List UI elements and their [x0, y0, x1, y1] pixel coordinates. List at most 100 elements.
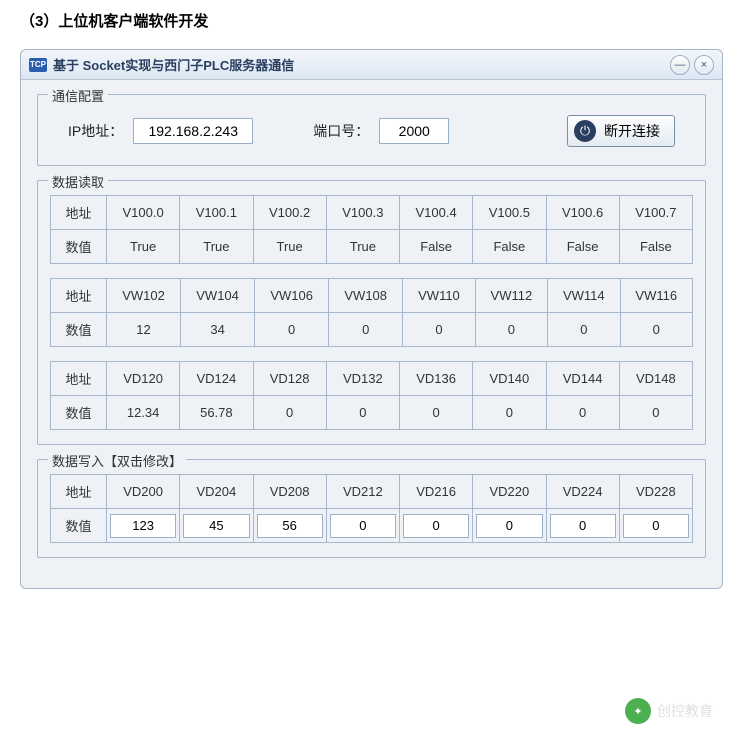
write-group: 数据写入【双击修改】 地址 VD200VD204VD208VD212VD216V…	[37, 459, 706, 558]
window-title: 基于 Socket实现与西门子PLC服务器通信	[53, 55, 666, 74]
val-cell: 0	[403, 313, 475, 347]
addr-cell: VD132	[326, 362, 399, 396]
brand-text: 创控教育	[657, 701, 713, 721]
addr-cell: V100.7	[619, 196, 692, 230]
read-table-1: 地址 V100.0V100.1V100.2V100.3V100.4V100.5V…	[50, 195, 693, 264]
addr-cell: V100.4	[400, 196, 473, 230]
addr-cell: VW116	[620, 279, 692, 313]
titlebar: TCP 基于 Socket实现与西门子PLC服务器通信 — ×	[21, 50, 722, 80]
addr-cell: VW104	[181, 279, 255, 313]
port-input[interactable]	[379, 118, 449, 144]
port-label: 端口号：	[313, 121, 369, 141]
val-cell: 0	[400, 396, 473, 430]
section-heading: （3）上位机客户端软件开发	[0, 0, 743, 41]
addr-cell: VD148	[619, 362, 692, 396]
val-cell: 0	[475, 313, 547, 347]
addr-cell: VD228	[619, 475, 692, 509]
addr-cell: VW114	[548, 279, 620, 313]
val-cell: False	[400, 230, 473, 264]
write-input[interactable]	[257, 514, 323, 538]
val-header: 数值	[51, 313, 107, 347]
val-header: 数值	[51, 230, 107, 264]
addr-cell: VD216	[400, 475, 473, 509]
watermark: ✦ 创控教育	[625, 698, 713, 724]
addr-cell: VW106	[255, 279, 329, 313]
minimize-button[interactable]: —	[670, 55, 690, 75]
disconnect-label: 断开连接	[604, 121, 660, 141]
addr-cell: VD120	[107, 362, 180, 396]
write-input[interactable]	[550, 514, 616, 538]
config-legend: 通信配置	[48, 86, 108, 105]
write-input[interactable]	[623, 514, 689, 538]
app-window: TCP 基于 Socket实现与西门子PLC服务器通信 — × 通信配置 IP地…	[20, 49, 723, 589]
val-cell: False	[473, 230, 546, 264]
val-header: 数值	[51, 396, 107, 430]
val-cell: 0	[473, 396, 546, 430]
addr-cell: VD144	[546, 362, 619, 396]
addr-cell: VW108	[329, 279, 403, 313]
app-icon: TCP	[29, 58, 47, 72]
addr-cell: VD220	[473, 475, 546, 509]
write-input[interactable]	[403, 514, 469, 538]
addr-cell: VD212	[326, 475, 399, 509]
ip-label: IP地址：	[68, 121, 123, 141]
val-cell: True	[180, 230, 253, 264]
write-input[interactable]	[110, 514, 176, 538]
val-cell: 0	[619, 396, 692, 430]
addr-cell: VW110	[403, 279, 475, 313]
val-cell: False	[546, 230, 619, 264]
addr-cell: VD140	[473, 362, 546, 396]
val-cell: 0	[253, 396, 326, 430]
val-cell: False	[619, 230, 692, 264]
disconnect-button[interactable]: ⏻ 断开连接	[567, 115, 675, 147]
addr-cell: VD200	[107, 475, 180, 509]
addr-cell: VD224	[546, 475, 619, 509]
write-table: 地址 VD200VD204VD208VD212VD216VD220VD224VD…	[50, 474, 693, 543]
config-group: 通信配置 IP地址： 端口号： ⏻ 断开连接	[37, 94, 706, 166]
write-legend: 数据写入【双击修改】	[48, 451, 186, 470]
addr-cell: V100.2	[253, 196, 326, 230]
write-input[interactable]	[183, 514, 249, 538]
read-table-3: 地址 VD120VD124VD128VD132VD136VD140VD144VD…	[50, 361, 693, 430]
val-cell: 0	[620, 313, 692, 347]
addr-cell: VD136	[400, 362, 473, 396]
val-cell: 34	[181, 313, 255, 347]
addr-cell: V100.1	[180, 196, 253, 230]
read-table-2: 地址 VW102VW104VW106VW108VW110VW112VW114VW…	[50, 278, 693, 347]
val-cell: True	[253, 230, 326, 264]
addr-cell: VD124	[180, 362, 253, 396]
addr-cell: VD208	[253, 475, 326, 509]
addr-header: 地址	[51, 475, 107, 509]
val-cell: 0	[326, 396, 399, 430]
val-cell: 0	[546, 396, 619, 430]
val-cell: 0	[548, 313, 620, 347]
val-cell: True	[107, 230, 180, 264]
write-input[interactable]	[476, 514, 542, 538]
val-cell: 56.78	[180, 396, 253, 430]
addr-cell: VD128	[253, 362, 326, 396]
read-legend: 数据读取	[48, 172, 108, 191]
write-input[interactable]	[330, 514, 396, 538]
addr-header: 地址	[51, 196, 107, 230]
addr-cell: VW102	[107, 279, 181, 313]
power-icon: ⏻	[574, 120, 596, 142]
val-cell: 12	[107, 313, 181, 347]
read-group: 数据读取 地址 V100.0V100.1V100.2V100.3V100.4V1…	[37, 180, 706, 445]
addr-cell: VW112	[475, 279, 547, 313]
close-button[interactable]: ×	[694, 55, 714, 75]
addr-cell: VD204	[180, 475, 253, 509]
val-cell: 0	[255, 313, 329, 347]
addr-header: 地址	[51, 279, 107, 313]
val-cell: 12.34	[107, 396, 180, 430]
addr-header: 地址	[51, 362, 107, 396]
addr-cell: V100.5	[473, 196, 546, 230]
val-header: 数值	[51, 509, 107, 543]
val-cell: True	[326, 230, 399, 264]
addr-cell: V100.6	[546, 196, 619, 230]
window-content: 通信配置 IP地址： 端口号： ⏻ 断开连接 数据读取 地址 V100.0V10…	[21, 80, 722, 588]
addr-cell: V100.3	[326, 196, 399, 230]
addr-cell: V100.0	[107, 196, 180, 230]
wechat-icon: ✦	[625, 698, 651, 724]
val-cell: 0	[329, 313, 403, 347]
ip-input[interactable]	[133, 118, 253, 144]
